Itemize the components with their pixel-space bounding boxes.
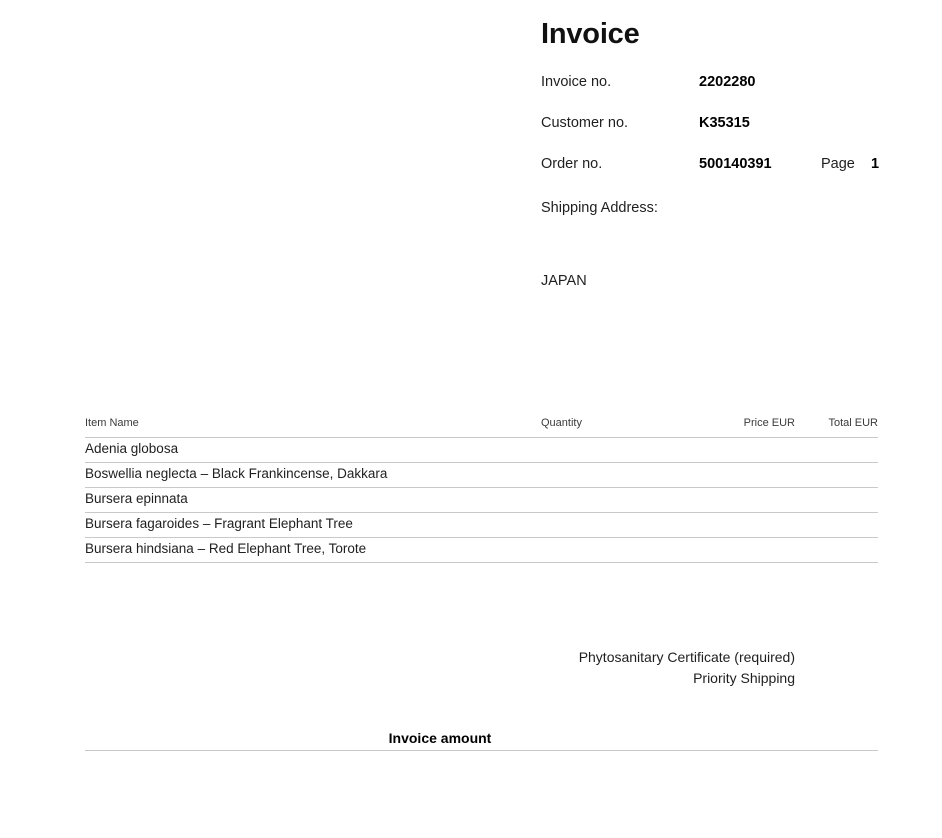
table-header-row: Item Name Quantity Price EUR Total EUR — [85, 417, 878, 438]
table-row: Bursera fagaroides – Fragrant Elephant T… — [85, 513, 878, 538]
invoice-total-row: Invoice amount — [85, 730, 878, 751]
column-header-price: Price EUR — [743, 417, 795, 429]
column-header-quantity: Quantity — [541, 417, 582, 429]
item-name: Bursera fagaroides – Fragrant Elephant T… — [85, 516, 353, 531]
table-row: Boswellia neglecta – Black Frankincense,… — [85, 463, 878, 488]
customer-no-label: Customer no. — [541, 115, 629, 131]
page-title: Invoice — [541, 18, 640, 50]
items-table: Item Name Quantity Price EUR Total EUR A… — [85, 417, 878, 563]
order-no-label: Order no. — [541, 156, 603, 172]
meta-row-order-no: Order no. 500140391 Page 1 — [541, 155, 891, 196]
invoice-no-label: Invoice no. — [541, 74, 612, 90]
invoice-no-value: 2202280 — [699, 74, 756, 90]
item-name: Bursera hindsiana – Red Elephant Tree, T… — [85, 541, 367, 556]
meta-row-customer-no: Customer no. K35315 — [541, 114, 891, 155]
table-row: Bursera epinnata — [85, 488, 878, 513]
invoice-page: Invoice Invoice no. 2202280 Customer no.… — [0, 0, 942, 838]
item-name: Boswellia neglecta – Black Frankincense,… — [85, 466, 388, 481]
page-label: Page — [821, 156, 855, 172]
invoice-header: Invoice Invoice no. 2202280 Customer no.… — [541, 20, 891, 196]
item-name: Bursera epinnata — [85, 491, 188, 506]
customer-no-value: K35315 — [699, 115, 750, 131]
extra-service-line: Phytosanitary Certificate (required) — [578, 649, 795, 665]
extra-services: Phytosanitary Certificate (required) Pri… — [400, 647, 795, 689]
table-row: Adenia globosa — [85, 438, 878, 463]
invoice-amount-label: Invoice amount — [388, 730, 492, 746]
shipping-address-value: JAPAN — [541, 273, 587, 289]
order-no-value: 500140391 — [699, 156, 772, 172]
item-name: Adenia globosa — [85, 441, 179, 456]
extra-service-line: Priority Shipping — [693, 670, 795, 686]
table-row: Bursera hindsiana – Red Elephant Tree, T… — [85, 538, 878, 563]
column-header-total: Total EUR — [828, 417, 878, 429]
page-number: 1 — [871, 156, 880, 172]
meta-row-invoice-no: Invoice no. 2202280 — [541, 73, 891, 114]
column-header-item-name: Item Name — [85, 417, 139, 429]
shipping-address-label: Shipping Address: — [541, 200, 658, 216]
